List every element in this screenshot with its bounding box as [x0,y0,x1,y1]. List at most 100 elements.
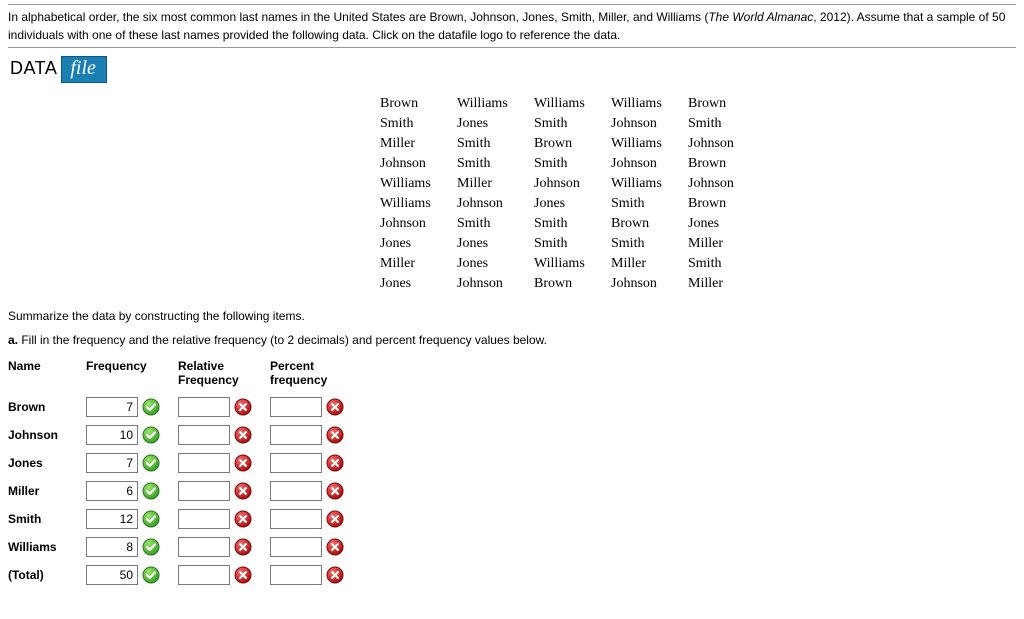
datafile-button[interactable]: DATA file [8,56,107,83]
data-cell: Williams [457,95,532,113]
checkmark-icon [142,510,160,528]
x-icon [234,538,252,556]
data-cell: Jones [534,195,609,213]
row-name: (Total) [8,561,86,589]
data-cell: Johnson [611,155,686,173]
question-a: a. Fill in the frequency and the relativ… [8,331,1016,349]
data-cell: Jones [457,255,532,273]
data-cell: Brown [534,275,609,293]
frequency-input[interactable] [86,481,138,501]
input-cell [270,561,362,589]
data-cell: Jones [380,235,455,253]
input-cell [86,505,178,533]
row-name: Williams [8,533,86,561]
relative-frequency-input[interactable] [178,397,230,417]
input-cell [178,393,270,421]
frequency-input[interactable] [86,537,138,557]
x-icon [234,426,252,444]
input-cell [86,421,178,449]
data-cell: Miller [380,135,455,153]
datafile-label-right: file [61,56,107,83]
table-row: Williams [8,533,362,561]
checkmark-icon [142,454,160,472]
raw-data-table: BrownWilliamsWilliamsWilliamsBrownSmithJ… [378,93,765,295]
input-cell [270,449,362,477]
data-cell: Jones [457,235,532,253]
data-cell: Smith [457,155,532,173]
frequency-input[interactable] [86,453,138,473]
x-icon [234,398,252,416]
data-row: JonesJohnsonBrownJohnsonMiller [380,275,763,293]
intro-text: In alphabetical order, the six most comm… [8,4,1016,48]
data-row: MillerJonesWilliamsMillerSmith [380,255,763,273]
data-cell: Brown [534,135,609,153]
data-cell: Johnson [611,275,686,293]
table-row: Miller [8,477,362,505]
relative-frequency-input[interactable] [178,481,230,501]
data-cell: Williams [534,95,609,113]
input-cell [86,561,178,589]
input-cell [270,533,362,561]
frequency-input[interactable] [86,425,138,445]
row-name: Brown [8,393,86,421]
percent-frequency-input[interactable] [270,481,322,501]
data-cell: Miller [457,175,532,193]
input-cell [86,449,178,477]
data-cell: Miller [611,255,686,273]
input-cell [86,477,178,505]
data-row: JohnsonSmithSmithJohnsonBrown [380,155,763,173]
relative-frequency-input[interactable] [178,565,230,585]
data-cell: Smith [457,215,532,233]
data-cell: Smith [688,115,763,133]
relative-frequency-input[interactable] [178,509,230,529]
data-cell: Jones [380,275,455,293]
col-relative-frequency: Relative Frequency [178,357,270,393]
percent-frequency-input[interactable] [270,565,322,585]
frequency-input[interactable] [86,565,138,585]
data-row: BrownWilliamsWilliamsWilliamsBrown [380,95,763,113]
x-icon [326,454,344,472]
data-cell: Smith [534,215,609,233]
data-cell: Jones [688,215,763,233]
data-row: JonesJonesSmithSmithMiller [380,235,763,253]
data-cell: Smith [534,235,609,253]
data-cell: Smith [380,115,455,133]
input-cell [86,533,178,561]
data-cell: Jones [457,115,532,133]
percent-frequency-input[interactable] [270,537,322,557]
input-cell [270,477,362,505]
row-name: Miller [8,477,86,505]
data-cell: Brown [688,95,763,113]
row-name: Jones [8,449,86,477]
data-cell: Smith [534,115,609,133]
data-cell: Williams [380,175,455,193]
data-cell: Miller [688,235,763,253]
relative-frequency-input[interactable] [178,425,230,445]
data-cell: Williams [611,135,686,153]
data-cell: Brown [688,195,763,213]
checkmark-icon [142,398,160,416]
frequency-input[interactable] [86,509,138,529]
checkmark-icon [142,566,160,584]
x-icon [326,398,344,416]
relative-frequency-input[interactable] [178,453,230,473]
input-cell [86,393,178,421]
x-icon [234,482,252,500]
frequency-input[interactable] [86,397,138,417]
percent-frequency-input[interactable] [270,397,322,417]
input-cell [178,561,270,589]
data-row: MillerSmithBrownWilliamsJohnson [380,135,763,153]
question-a-label: a. [8,333,18,347]
x-icon [326,566,344,584]
relative-frequency-input[interactable] [178,537,230,557]
input-cell [178,449,270,477]
data-cell: Johnson [457,275,532,293]
percent-frequency-input[interactable] [270,425,322,445]
percent-frequency-input[interactable] [270,453,322,473]
checkmark-icon [142,426,160,444]
data-cell: Smith [534,155,609,173]
percent-frequency-input[interactable] [270,509,322,529]
table-row: Smith [8,505,362,533]
input-cell [178,533,270,561]
col-name: Name [8,357,86,393]
